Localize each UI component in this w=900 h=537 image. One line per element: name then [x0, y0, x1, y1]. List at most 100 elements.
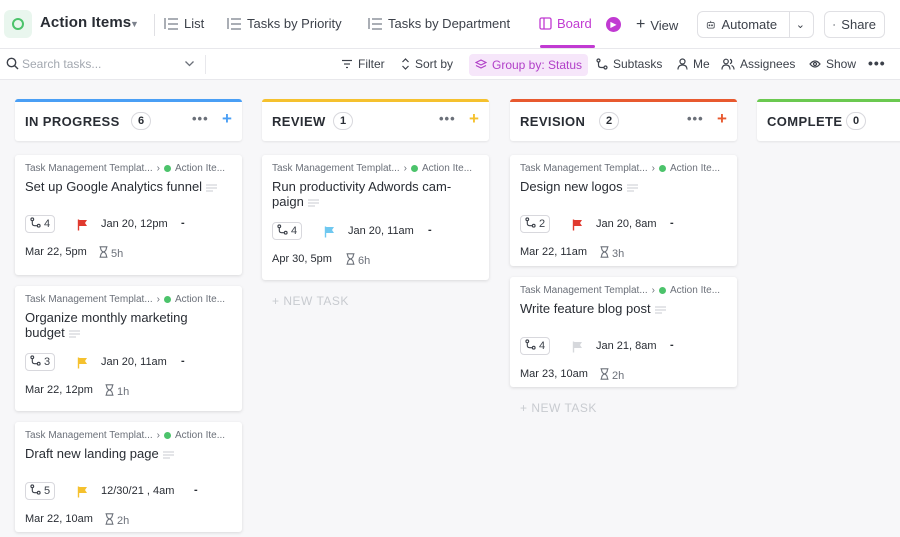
start-date[interactable]: Jan 20, 8am	[596, 218, 657, 230]
breadcrumb[interactable]: Task Management Templat... › Action Ite...	[25, 430, 225, 441]
breadcrumb-status[interactable]: Action Ite...	[175, 163, 225, 174]
chevron-down-icon[interactable]	[184, 58, 195, 69]
task-card[interactable]: Task Management Templat... › Action Ite...…	[15, 155, 242, 275]
add-view-button[interactable]: + View	[636, 16, 678, 34]
subtasks-count[interactable]: 3	[25, 353, 56, 371]
priority-flag-icon[interactable]	[324, 225, 335, 243]
time-estimate[interactable]: 1h	[105, 384, 129, 399]
due-date[interactable]: Mar 22, 11am	[520, 246, 587, 258]
task-card[interactable]: Task Management Templat... › Action Ite...…	[262, 155, 489, 280]
task-title-text[interactable]: Organize monthly marketing budget	[25, 310, 188, 340]
due-date[interactable]: Mar 22, 10am	[25, 513, 93, 525]
breadcrumb[interactable]: Task Management Templat... › Action Ite...	[272, 163, 472, 174]
time-estimate[interactable]: 3h	[600, 246, 624, 261]
plus-icon[interactable]: +	[469, 109, 479, 129]
subtasks-count[interactable]: 2	[520, 215, 551, 233]
task-title[interactable]: Set up Google Analytics funnel	[25, 179, 225, 194]
page-title[interactable]: Action Items	[40, 14, 131, 31]
date-separator: -	[670, 339, 674, 351]
filter-button[interactable]: Filter	[341, 57, 385, 71]
breadcrumb-list[interactable]: Task Management Templat...	[520, 163, 648, 174]
task-title-text[interactable]: Write feature blog post	[520, 301, 651, 316]
task-card[interactable]: Task Management Templat... › Action Ite...…	[15, 422, 242, 532]
task-title-text[interactable]: Draft new landing page	[25, 446, 159, 461]
breadcrumb-status[interactable]: Action Ite...	[175, 294, 225, 305]
more-options-icon[interactable]: •••	[868, 55, 886, 71]
subtasks-count[interactable]: 4	[25, 215, 56, 233]
task-title-text[interactable]: Design new logos	[520, 179, 623, 194]
task-title-text[interactable]: Run productivity Adwords cam-paign	[272, 179, 451, 209]
breadcrumb-list[interactable]: Task Management Templat...	[25, 294, 153, 305]
start-date[interactable]: Jan 21, 8am	[596, 340, 657, 352]
task-title[interactable]: Organize monthly marketing budget	[25, 310, 225, 340]
task-title[interactable]: Draft new landing page	[25, 446, 225, 461]
task-title[interactable]: Run productivity Adwords cam-paign	[272, 179, 472, 209]
breadcrumb[interactable]: Task Management Templat... › Action Ite...	[520, 285, 720, 296]
plus-icon[interactable]: +	[222, 109, 232, 129]
new-task-button[interactable]: + NEW TASK	[272, 294, 349, 308]
breadcrumb-status[interactable]: Action Ite...	[422, 163, 472, 174]
tab-list[interactable]: List	[163, 16, 204, 31]
plus-icon[interactable]: +	[717, 109, 727, 129]
breadcrumb-list[interactable]: Task Management Templat...	[520, 285, 648, 296]
due-date[interactable]: Mar 22, 12pm	[25, 384, 93, 396]
start-date[interactable]: Jan 20, 12pm	[101, 218, 168, 230]
task-card[interactable]: Task Management Templat... › Action Ite...…	[510, 155, 737, 266]
start-date[interactable]: Jan 20, 11am	[101, 356, 167, 368]
subtasks-count[interactable]: 4	[520, 337, 551, 355]
breadcrumb[interactable]: Task Management Templat... › Action Ite...	[520, 163, 720, 174]
breadcrumb-status[interactable]: Action Ite...	[670, 285, 720, 296]
priority-flag-icon[interactable]	[572, 218, 583, 236]
assignees-button[interactable]: Assignees	[721, 57, 795, 71]
subtasks-button[interactable]: Subtasks	[596, 57, 662, 71]
me-filter-button[interactable]: Me	[677, 57, 710, 71]
time-estimate[interactable]: 6h	[346, 253, 370, 268]
task-title[interactable]: Write feature blog post	[520, 301, 720, 316]
start-date[interactable]: Jan 20, 11am	[348, 225, 414, 237]
time-estimate[interactable]: 2h	[105, 513, 129, 528]
group-by-button[interactable]: Group by: Status	[469, 54, 589, 76]
chevron-down-icon[interactable]: ▼	[130, 19, 139, 29]
breadcrumb-list[interactable]: Task Management Templat...	[272, 163, 400, 174]
share-button[interactable]: Share	[824, 11, 885, 38]
priority-flag-icon[interactable]	[572, 340, 583, 358]
more-options-icon[interactable]: •••	[439, 111, 456, 126]
priority-flag-icon[interactable]	[77, 485, 88, 503]
task-title[interactable]: Design new logos	[520, 179, 720, 194]
subtasks-count[interactable]: 5	[25, 482, 56, 500]
start-date[interactable]: 12/30/21 , 4am	[101, 485, 174, 497]
tab-label: Tasks by Department	[388, 16, 511, 31]
search-input[interactable]	[22, 55, 182, 73]
breadcrumb[interactable]: Task Management Templat... › Action Ite...	[25, 294, 225, 305]
show-button[interactable]: Show	[809, 57, 856, 71]
breadcrumb-list[interactable]: Task Management Templat...	[25, 163, 153, 174]
status-dot-icon	[411, 165, 418, 172]
new-task-button[interactable]: + NEW TASK	[520, 401, 597, 415]
list-status-icon[interactable]	[4, 10, 32, 38]
subtasks-count[interactable]: 4	[272, 222, 303, 240]
sort-button[interactable]: Sort by	[401, 57, 453, 71]
more-options-icon[interactable]: •••	[192, 111, 209, 126]
task-card[interactable]: Task Management Templat... › Action Ite...…	[510, 277, 737, 387]
due-date[interactable]: Mar 23, 10am	[520, 368, 588, 380]
breadcrumb-status[interactable]: Action Ite...	[175, 430, 225, 441]
task-card[interactable]: Task Management Templat... › Action Ite...…	[15, 286, 242, 411]
priority-flag-icon[interactable]	[77, 218, 88, 236]
tab-tasks-by-priority[interactable]: Tasks by Priority	[226, 16, 342, 31]
due-date[interactable]: Mar 22, 5pm	[25, 246, 87, 258]
automate-button[interactable]: Automate ⌄	[697, 11, 814, 38]
tab-options-icon[interactable]: ▶	[606, 17, 621, 32]
chevron-down-icon[interactable]: ⌄	[796, 18, 805, 31]
priority-flag-icon[interactable]	[77, 356, 88, 374]
time-estimate[interactable]: 5h	[99, 246, 123, 261]
tab-board[interactable]: Board	[539, 16, 592, 31]
task-title-text[interactable]: Set up Google Analytics funnel	[25, 179, 202, 194]
breadcrumb-list[interactable]: Task Management Templat...	[25, 430, 153, 441]
tab-tasks-by-department[interactable]: Tasks by Department	[367, 16, 510, 31]
breadcrumb[interactable]: Task Management Templat... › Action Ite...	[25, 163, 225, 174]
breadcrumb-status[interactable]: Action Ite...	[670, 163, 720, 174]
due-date[interactable]: Apr 30, 5pm	[272, 253, 332, 265]
time-estimate[interactable]: 2h	[600, 368, 624, 383]
more-options-icon[interactable]: •••	[687, 111, 704, 126]
chevron-right-icon: ›	[651, 285, 655, 296]
